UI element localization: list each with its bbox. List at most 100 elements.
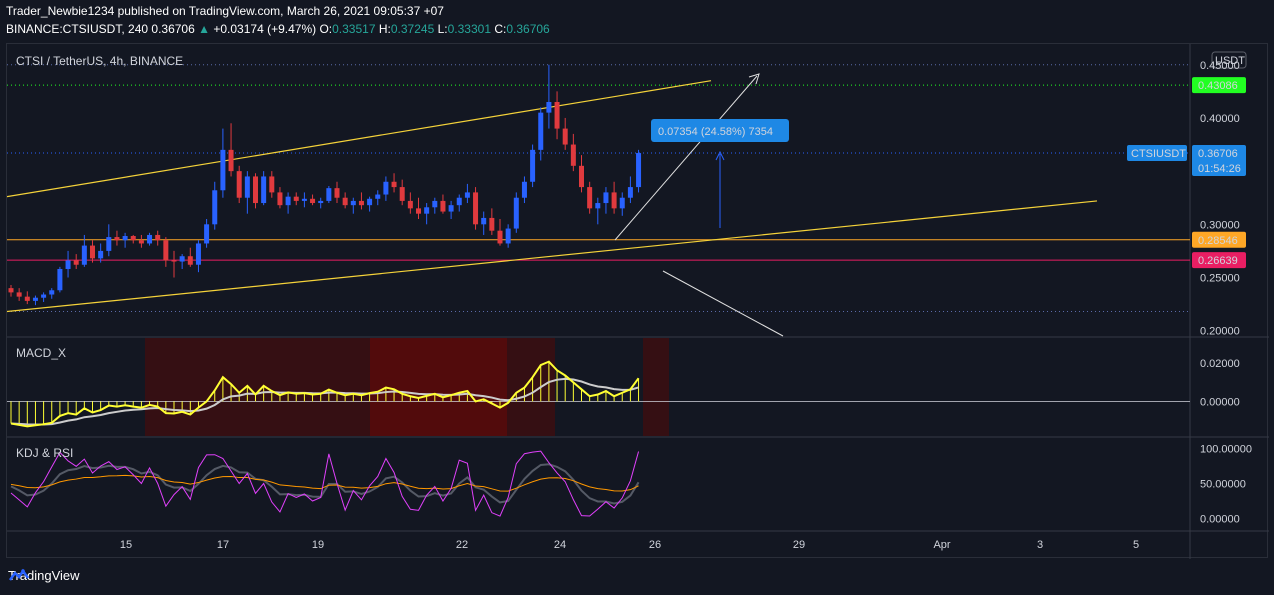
candle-body [228, 149, 234, 172]
candle-body [236, 171, 242, 198]
candle-body [554, 101, 560, 129]
macd-shade-zone [643, 338, 669, 436]
time-tick-label: 29 [793, 539, 805, 551]
candle-body [448, 205, 454, 212]
candle-body [163, 240, 169, 261]
kdj-tick-label: 50.00000 [1200, 479, 1246, 491]
candle-body [285, 196, 291, 206]
symbol-tag-label: CTSIUSDT [1131, 148, 1186, 160]
high-value: 0.37245 [390, 22, 435, 36]
candle-body [155, 234, 161, 241]
candle-body [310, 198, 316, 204]
chart-svg[interactable]: 0.07354 (24.58%) 7354 CTSI / TetherUS, 4h… [7, 44, 1269, 559]
price-label-text: 0.26639 [1198, 255, 1238, 267]
candle-body [481, 217, 487, 225]
candle-body [530, 149, 536, 182]
candle-body [619, 197, 625, 209]
symbol-line: BINANCE:CTSIUSDT, 240 0.36706 ▲ +0.03174… [6, 22, 550, 36]
candle-body [179, 256, 185, 262]
macd-pane-title: MACD_X [16, 346, 66, 360]
candle-body [579, 165, 584, 188]
candle-body [464, 192, 470, 198]
close-label: C: [494, 22, 507, 36]
candle-body [570, 144, 576, 166]
candle-body [342, 197, 348, 206]
last-price-label: 0.36706 [151, 22, 195, 36]
kdj-d-line [10, 463, 640, 505]
symbol-label: BINANCE:CTSIUSDT, 240 [6, 22, 149, 36]
kdj-k-line [10, 450, 640, 517]
price-label-text: 0.43086 [1198, 80, 1238, 92]
macd-tick-label: 0.00000 [1200, 396, 1240, 408]
candle-body [538, 112, 544, 150]
candle-body [195, 243, 201, 265]
candle-body [432, 200, 438, 208]
candle-body [212, 190, 218, 225]
chart-container[interactable]: 0.07354 (24.58%) 7354 CTSI / TetherUS, 4h… [6, 43, 1269, 559]
price-label-text: 0.28546 [1198, 235, 1238, 247]
price-tick-label: 0.45000 [1200, 60, 1240, 72]
projection-arrow-down [662, 270, 784, 337]
time-tick-label: 24 [554, 539, 566, 551]
candle-body [73, 260, 79, 265]
candle-body [244, 176, 250, 198]
candle-body [611, 192, 617, 209]
candle-body [546, 101, 552, 113]
footer-brand: TradingView [8, 568, 80, 583]
macd-shade-zone [290, 338, 370, 436]
time-tick-label: 5 [1133, 539, 1139, 551]
price-tick-label: 0.25000 [1200, 272, 1240, 284]
candle-body [65, 260, 71, 269]
price-tick-label: 0.40000 [1200, 113, 1240, 125]
candle-body [497, 230, 503, 244]
candle-body [562, 128, 568, 145]
candle-body [375, 194, 381, 199]
main-pane-title: CTSI / TetherUS, 4h, BINANCE [16, 54, 183, 68]
candle-body [253, 176, 258, 204]
macd-shade-zone [370, 338, 507, 436]
candle-body [587, 187, 593, 209]
channel-lower-line [7, 200, 1098, 313]
candle-body [473, 192, 479, 225]
channel-upper-line [7, 80, 712, 198]
candle-body [595, 203, 601, 209]
time-tick-label: 19 [312, 539, 324, 551]
candle-body [603, 192, 609, 204]
candle-body [383, 181, 389, 195]
candle-body [81, 245, 87, 265]
candle-body [318, 200, 324, 204]
time-tick-label: 17 [217, 539, 229, 551]
time-tick-label: 15 [120, 539, 132, 551]
candle-body [187, 256, 193, 265]
candle-body [301, 198, 307, 201]
candle-body [456, 197, 462, 206]
candle-body [358, 200, 364, 206]
change-arrow-icon: ▲ [198, 22, 211, 36]
candle-body [220, 149, 226, 191]
candle-body [122, 236, 128, 241]
low-value: 0.33301 [447, 22, 491, 36]
time-tick-label: Apr [933, 539, 950, 551]
time-tick-label: 26 [649, 539, 661, 551]
candle-body [416, 208, 421, 214]
candle-body [8, 288, 14, 293]
kdj-tick-label: 0.00000 [1200, 514, 1240, 526]
kdj-pane-title: KDJ & RSI [16, 446, 73, 460]
macd-tick-label: 0.02000 [1200, 358, 1240, 370]
candle-body [130, 236, 136, 241]
candle-body [440, 200, 446, 212]
open-label: O: [319, 22, 333, 36]
candle-body [636, 153, 642, 188]
candle-body [24, 296, 30, 301]
close-value: 0.36706 [506, 22, 550, 36]
candle-body [106, 237, 112, 251]
candle-body [513, 197, 519, 229]
price-tick-label: 0.30000 [1200, 219, 1240, 231]
countdown-text: 01:54:26 [1198, 163, 1241, 175]
low-label: L: [437, 22, 448, 36]
price-tick-label: 0.20000 [1200, 326, 1240, 338]
candle-body [49, 290, 55, 295]
kdj-tick-label: 100.00000 [1200, 444, 1252, 456]
candle-body [350, 200, 356, 206]
candle-body [521, 181, 527, 198]
